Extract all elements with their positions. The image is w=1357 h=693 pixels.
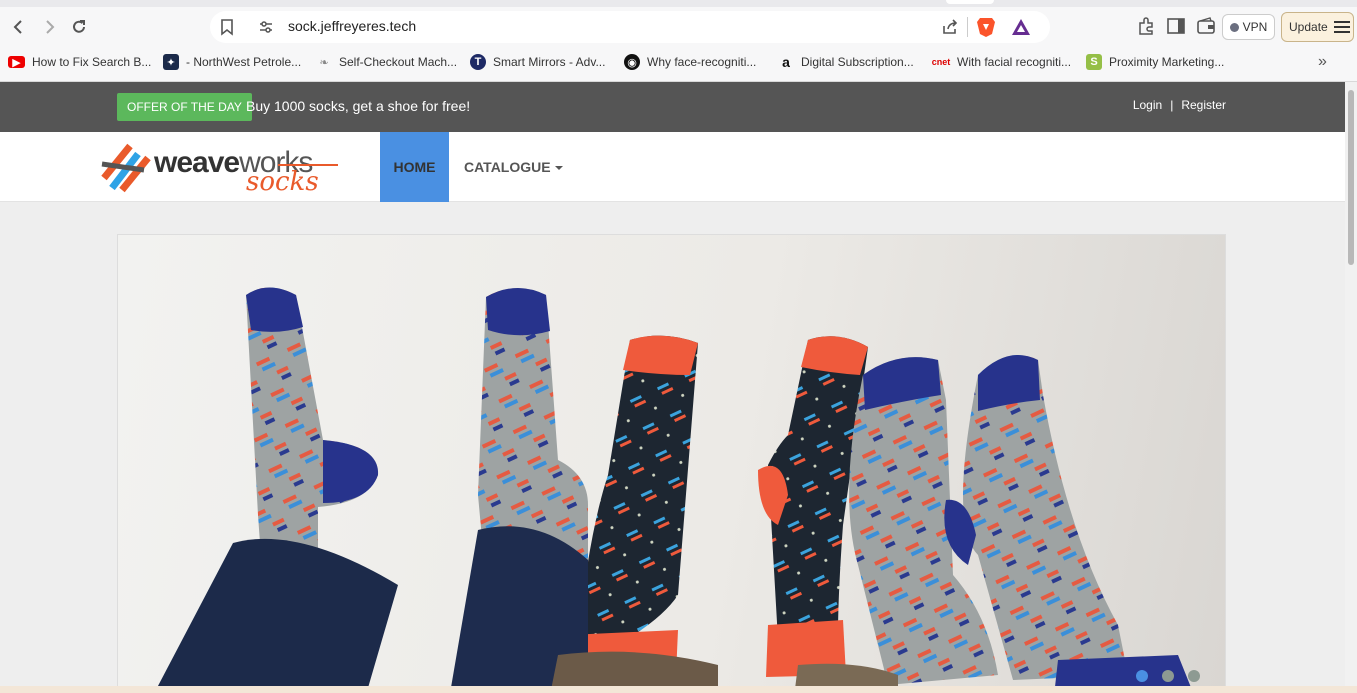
back-button[interactable] [6,14,32,40]
carousel-indicators [1136,670,1200,682]
bookmark-label: Proximity Marketing... [1109,55,1225,69]
web-page: OFFER OF THE DAY Buy 1000 socks, get a s… [0,82,1345,693]
cnet-icon: cnet [931,57,951,67]
carousel-dot[interactable] [1136,670,1148,682]
browser-chrome: sock.jeffreyeres.tech VPN Update ▶ How t… [0,0,1357,82]
nav-home[interactable]: HOME [380,132,449,202]
bookmark-icon[interactable] [218,18,236,36]
active-tab-edge[interactable] [946,0,994,4]
logo-word-weave: weave [154,146,240,179]
bookmark-item[interactable]: cnet With facial recogniti... [932,52,1071,72]
vpn-label: VPN [1242,20,1268,34]
toolbar-separator [967,17,968,37]
site-info-icon[interactable] [258,19,274,35]
feather-icon: ❧ [319,56,329,69]
eye-icon: ◉ [624,54,640,70]
northwest-icon: ✦ [163,54,179,70]
forward-button[interactable] [36,14,62,40]
bookmark-item[interactable]: ✦ - NorthWest Petrole... [163,52,301,72]
site-navbar: weaveworks socks HOME CATALOGUE [0,132,1345,202]
socks-hero-image [154,287,1194,693]
jeans-left [154,538,398,693]
weaveworks-logo[interactable]: weaveworks socks [100,140,345,197]
wallet-icon[interactable] [1196,16,1216,36]
hamburger-menu-icon [1333,21,1350,33]
brave-shields-icon[interactable] [976,16,996,38]
bookmark-label: Why face-recogniti... [647,55,757,69]
bookmark-label: With facial recogniti... [957,55,1072,69]
more-bookmarks-chevron-icon[interactable]: » [1318,53,1327,71]
youtube-icon: ▶ [8,56,25,69]
bookmark-item[interactable]: ▶ How to Fix Search B... [8,52,151,72]
sidebar-icon[interactable] [1166,16,1186,36]
auth-links: Login | Register [1133,98,1226,112]
carousel-dot[interactable] [1188,670,1200,682]
scrollbar-thumb[interactable] [1348,90,1354,265]
shopify-icon: S [1086,54,1102,70]
offer-text: Buy 1000 socks, get a shoe for free! [246,98,471,114]
caret-down-icon [554,166,563,171]
update-label: Update [1289,20,1328,34]
amazon-icon: a [782,54,790,70]
hero-carousel[interactable] [117,234,1226,693]
offer-bar: OFFER OF THE DAY Buy 1000 socks, get a s… [0,82,1345,132]
page-scrollbar[interactable] [1345,82,1357,693]
nav-catalogue-label: CATALOGUE [464,159,551,175]
register-link[interactable]: Register [1181,98,1226,112]
bottom-strip [0,686,1357,693]
bookmarks-bar: ▶ How to Fix Search B... ✦ - NorthWest P… [0,50,1357,74]
brave-rewards-icon[interactable] [1010,17,1032,37]
bookmark-label: Self-Checkout Mach... [339,55,458,69]
bookmark-item[interactable]: ❧ Self-Checkout Mach... [316,52,457,72]
bookmark-item[interactable]: ◉ Why face-recogniti... [624,52,756,72]
tab-strip [0,0,1357,7]
bookmark-item[interactable]: S Proximity Marketing... [1086,52,1224,72]
url-text[interactable]: sock.jeffreyeres.tech [288,18,416,34]
logo-strikethrough [278,164,338,166]
forward-arrow-icon [46,20,55,34]
bookmark-label: - NorthWest Petrole... [186,55,302,69]
auth-separator: | [1170,98,1174,112]
update-button[interactable]: Update [1281,12,1354,42]
nav-catalogue-dropdown[interactable]: CATALOGUE [464,159,563,175]
bookmark-label: Digital Subscription... [801,55,914,69]
vpn-status-icon [1229,22,1239,32]
extensions-icon[interactable] [1136,16,1156,36]
bookmark-label: How to Fix Search B... [32,55,152,69]
bookmark-item[interactable]: T Smart Mirrors - Adv... [470,52,605,72]
bookmark-label: Smart Mirrors - Adv... [493,55,606,69]
back-arrow-icon [13,20,22,34]
login-link[interactable]: Login [1133,98,1162,112]
weaveworks-logo-mark-icon [101,143,151,193]
reload-button[interactable] [66,14,92,40]
offer-badge[interactable]: OFFER OF THE DAY [117,93,252,121]
t-circle-icon: T [470,54,486,70]
bookmark-item[interactable]: a Digital Subscription... [778,52,914,72]
reload-icon [73,20,85,33]
logo-word-socks: socks [246,167,319,197]
share-icon[interactable] [941,18,959,36]
address-bar[interactable]: sock.jeffreyeres.tech [210,11,1050,43]
vpn-button[interactable]: VPN [1222,14,1275,40]
carousel-dot[interactable] [1162,670,1174,682]
